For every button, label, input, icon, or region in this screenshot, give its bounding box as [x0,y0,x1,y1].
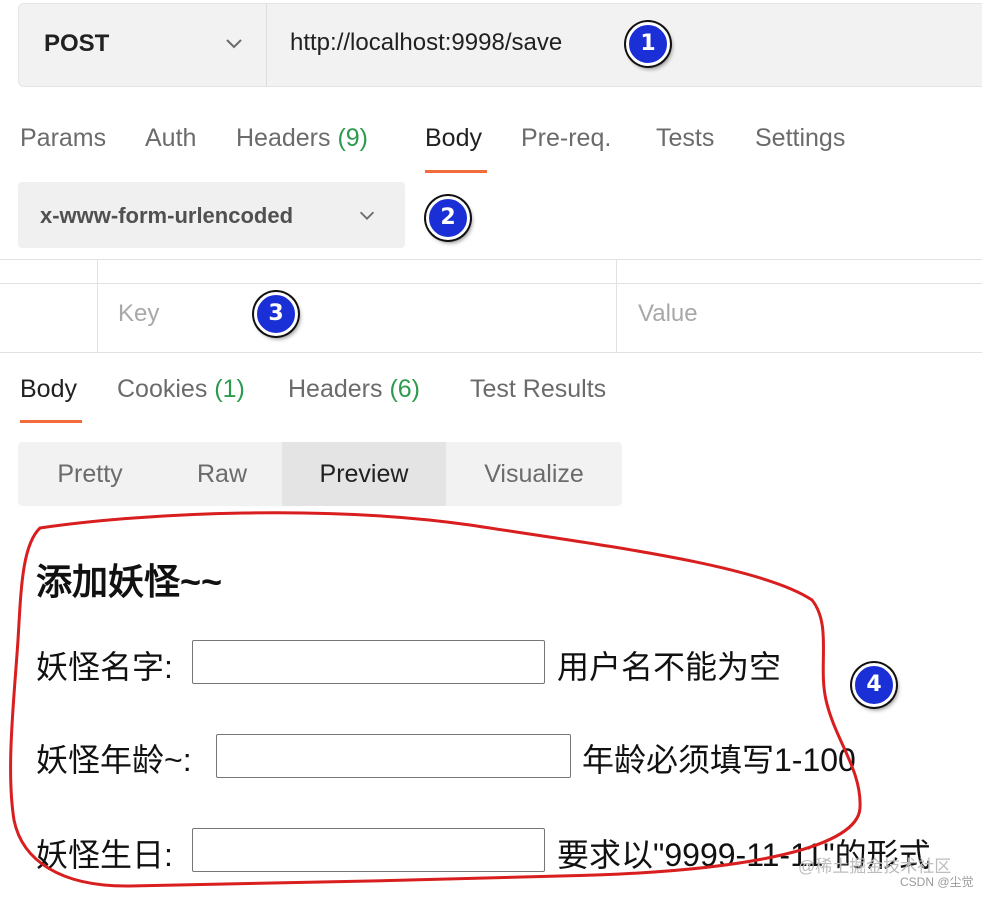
divider [616,259,617,352]
divider [0,259,982,260]
response-tab-body[interactable]: Body [20,375,77,404]
response-tab-headers[interactable]: Headers (6) [288,375,420,404]
view-visualize-button[interactable]: Visualize [446,442,622,506]
annotation-badge-1: 1 [626,22,670,66]
response-tab-cookies[interactable]: Cookies (1) [117,375,245,404]
view-raw-button[interactable]: Raw [162,442,282,506]
annotation-badge-4: 4 [852,663,896,707]
divider [0,283,982,284]
divider [0,352,982,353]
tab-tests[interactable]: Tests [656,124,714,153]
active-tab-indicator [20,420,82,423]
field-label-age: 妖怪年龄~: [36,742,192,778]
tab-auth[interactable]: Auth [145,124,196,153]
tab-settings[interactable]: Settings [755,124,845,153]
credit-text: CSDN @尘觉 [900,875,974,889]
age-input[interactable] [216,734,571,778]
tab-headers[interactable]: Headers (9) [236,124,368,153]
divider [97,259,98,352]
response-tab-test-results[interactable]: Test Results [470,375,606,404]
chevron-down-icon[interactable] [222,31,246,55]
method-select[interactable]: POST [44,30,109,58]
chevron-down-icon[interactable] [356,204,378,226]
url-input[interactable]: http://localhost:9998/save [290,29,562,57]
name-error-message: 用户名不能为空 [557,649,782,685]
age-error-message: 年龄必须填写1-100 [582,742,856,778]
field-label-name: 妖怪名字: [36,649,173,685]
view-preview-button[interactable]: Preview [282,442,446,506]
tab-pre-request[interactable]: Pre-req. [521,124,611,153]
view-pretty-button[interactable]: Pretty [18,442,162,506]
active-tab-indicator [425,170,487,173]
preview-title: 添加妖怪~~ [36,561,223,602]
name-input[interactable] [192,640,545,684]
field-label-birthday: 妖怪生日: [36,837,173,873]
tab-body[interactable]: Body [425,124,482,153]
headers-count: (6) [389,375,421,403]
tab-params[interactable]: Params [20,124,106,153]
cookies-count: (1) [214,375,245,403]
headers-count: (9) [337,124,369,152]
birthday-input[interactable] [192,828,545,872]
value-input[interactable]: Value [638,300,698,328]
annotation-badge-3: 3 [254,292,298,336]
body-type-label: x-www-form-urlencoded [40,203,294,228]
annotation-badge-2: 2 [426,196,470,240]
divider [266,4,267,86]
key-input[interactable]: Key [118,300,159,328]
